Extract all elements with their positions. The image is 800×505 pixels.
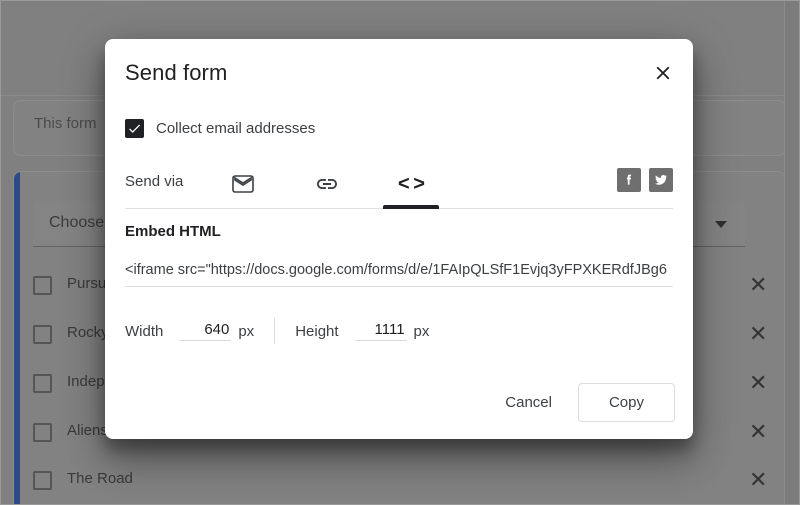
option-label: Pursu: [67, 275, 107, 292]
page-scrollbar[interactable]: [784, 1, 799, 504]
option-label: Indep: [67, 373, 105, 390]
width-unit: px: [238, 322, 255, 340]
question-accent-bar: [14, 172, 20, 504]
option-checkbox[interactable]: [33, 423, 52, 442]
option-label: Aliens: [67, 422, 108, 439]
height-label: Height: [295, 322, 339, 340]
send-via-row: Send via < >: [125, 159, 673, 209]
close-x-icon: [656, 66, 670, 80]
social-share-group: [617, 168, 673, 192]
twitter-icon: [655, 175, 668, 185]
tab-send-via-link[interactable]: [299, 159, 355, 209]
close-x-icon[interactable]: ✕: [749, 274, 767, 296]
cancel-button[interactable]: Cancel: [491, 384, 566, 421]
dialog-title: Send form: [125, 60, 228, 85]
height-group: Height px: [295, 321, 429, 341]
checkmark-icon: [129, 124, 141, 133]
tab-send-via-embed[interactable]: < >: [383, 159, 439, 209]
collect-email-checkbox[interactable]: [125, 119, 144, 138]
code-brackets-icon: < >: [398, 172, 425, 195]
send-via-label: Send via: [125, 173, 184, 190]
facebook-icon: [626, 174, 632, 185]
envelope-icon: [232, 175, 254, 193]
option-checkbox[interactable]: [33, 471, 52, 490]
option-label: The Road: [67, 470, 133, 487]
height-input[interactable]: [354, 321, 407, 341]
caret-down-icon[interactable]: [715, 221, 727, 228]
close-x-icon[interactable]: ✕: [749, 323, 767, 345]
close-dialog-button[interactable]: [643, 53, 683, 93]
dimensions-separator: [274, 318, 276, 344]
background-form-note: This form: [34, 115, 97, 132]
option-checkbox[interactable]: [33, 276, 52, 295]
collect-email-label: Collect email addresses: [156, 120, 316, 137]
width-label: Width: [125, 322, 164, 340]
width-input[interactable]: [179, 321, 232, 341]
embed-html-heading: Embed HTML: [125, 223, 221, 240]
width-group: Width px: [125, 321, 254, 341]
close-x-icon[interactable]: ✕: [749, 372, 767, 394]
close-x-icon[interactable]: ✕: [749, 421, 767, 443]
close-x-icon[interactable]: ✕: [749, 469, 767, 491]
embed-html-field-wrapper: [125, 257, 673, 287]
facebook-share-button[interactable]: [617, 168, 641, 192]
twitter-share-button[interactable]: [649, 168, 673, 192]
embed-dimensions-row: Width px Height px: [125, 317, 429, 345]
option-checkbox[interactable]: [33, 374, 52, 393]
background-dropdown-value: Choose: [49, 214, 105, 231]
option-label: Rocky: [67, 324, 109, 341]
link-chain-icon: [317, 179, 337, 189]
copy-button[interactable]: Copy: [577, 383, 675, 422]
option-checkbox[interactable]: [33, 325, 52, 344]
tab-send-via-email[interactable]: [215, 159, 271, 209]
collect-email-row[interactable]: Collect email addresses: [125, 119, 315, 138]
dialog-actions: Cancel Copy: [491, 383, 675, 422]
send-form-dialog: Send form Collect email addresses Send v…: [105, 39, 693, 439]
active-tab-indicator: [383, 205, 439, 209]
screenshot-root: This form Choose Pursu ✕ Rocky ✕ Indep ✕…: [0, 0, 800, 505]
background-option-row[interactable]: The Road ✕: [33, 469, 767, 501]
embed-html-input[interactable]: [125, 257, 673, 283]
height-unit: px: [413, 322, 430, 340]
